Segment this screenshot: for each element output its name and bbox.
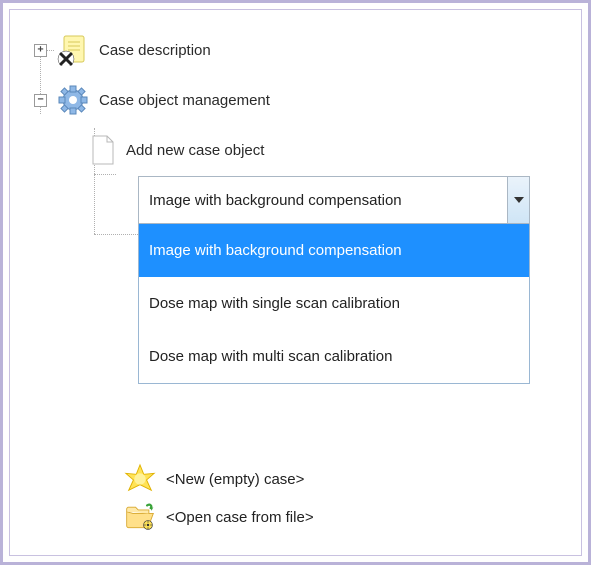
tree-label: Case object management	[99, 92, 270, 109]
chevron-down-icon	[514, 197, 524, 203]
dropdown-list: Image with background compensation Dose …	[138, 224, 530, 384]
footer-label: <Open case from file>	[166, 509, 314, 526]
open-case-from-file[interactable]: <Open case from file>	[124, 501, 484, 533]
expand-icon[interactable]: +	[34, 44, 47, 57]
open-folder-icon	[124, 501, 156, 533]
document-error-icon	[57, 34, 89, 66]
dropdown-option-dose-multi[interactable]: Dose map with multi scan calibration	[139, 330, 529, 383]
footer-label: <New (empty) case>	[166, 471, 304, 488]
tree-label: Add new case object	[126, 142, 264, 159]
tree-node-add-case-object[interactable]: Add new case object	[90, 134, 581, 166]
dropdown-option-dose-single[interactable]: Dose map with single scan calibration	[139, 277, 529, 330]
blank-document-icon	[90, 134, 116, 166]
treeview: + Case description	[34, 34, 581, 384]
dropdown-button[interactable]	[507, 177, 529, 223]
new-empty-case[interactable]: <New (empty) case>	[124, 463, 484, 495]
collapse-icon[interactable]: −	[34, 94, 47, 107]
window-frame: + Case description	[0, 0, 591, 565]
tree-node-case-object-management[interactable]: −	[34, 84, 581, 116]
combobox-value: Image with background compensation	[139, 192, 507, 209]
sun-icon	[124, 463, 156, 495]
tree-node-case-description[interactable]: + Case description	[34, 34, 581, 66]
footer-actions: <New (empty) case>	[124, 457, 484, 533]
tree-label: Case description	[99, 42, 211, 59]
dropdown-option-image-bg-comp[interactable]: Image with background compensation	[139, 224, 529, 277]
gear-icon	[57, 84, 89, 116]
case-object-type-dropdown: Image with background compensation Image…	[138, 176, 530, 384]
combobox[interactable]: Image with background compensation	[138, 176, 530, 224]
tree-panel: + Case description	[9, 9, 582, 556]
